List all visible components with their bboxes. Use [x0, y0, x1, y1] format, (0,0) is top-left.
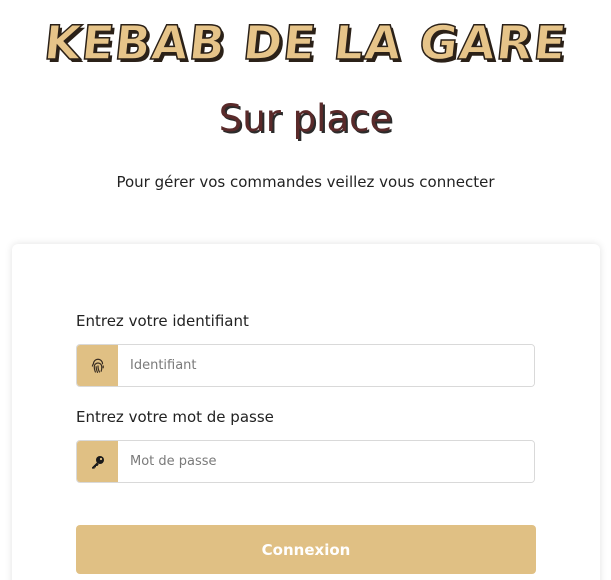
- login-card: Entrez votre identifiant Entrez votre mo…: [12, 244, 600, 580]
- brand-title: KEBAB DE LA GARE: [41, 15, 571, 72]
- intro-text: Pour gérer vos commandes veillez vous co…: [116, 173, 495, 191]
- login-button[interactable]: Connexion: [76, 525, 536, 574]
- username-input-group: [76, 344, 535, 387]
- username-label: Entrez votre identifiant: [76, 312, 249, 330]
- password-input[interactable]: [118, 441, 534, 482]
- username-input[interactable]: [118, 345, 534, 386]
- login-page: KEBAB DE LA GARE Sur place Pour gérer vo…: [0, 0, 611, 580]
- fingerprint-icon: [77, 345, 118, 386]
- password-input-group: [76, 440, 535, 483]
- key-icon: [77, 441, 118, 482]
- password-label: Entrez votre mot de passe: [76, 408, 274, 426]
- page-subtitle: Sur place: [218, 97, 393, 140]
